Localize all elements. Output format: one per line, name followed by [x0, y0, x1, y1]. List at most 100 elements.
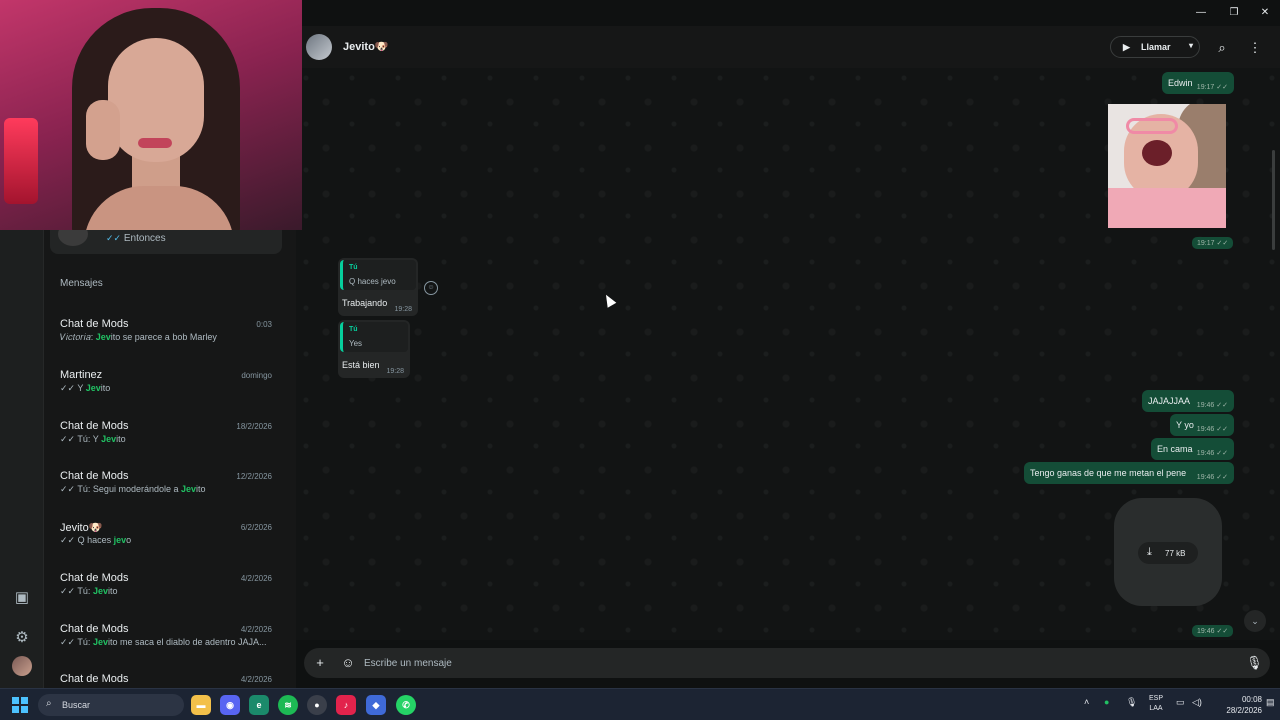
chat-list-item[interactable]: Chat de Mods 4/2/2026 ✓✓ Tú: Jevito: [60, 572, 272, 612]
contact-name[interactable]: Jevito🐶: [343, 40, 389, 53]
outgoing-message[interactable]: En cama 19:46 ✓✓: [1151, 438, 1234, 460]
chat-date: domingo: [241, 371, 272, 380]
clock[interactable]: 00:08 28/2/2026: [1222, 694, 1262, 716]
section-label: Mensajes: [60, 278, 103, 289]
whatsapp-window: ▣ ⚙ ✓✓ Entonces Mensajes Chat de Mods 0:…: [0, 0, 1280, 688]
settings-icon[interactable]: ⚙: [12, 628, 32, 648]
title-bar: — ❐ ✕: [296, 0, 1280, 26]
video-camera-icon: ▶: [1123, 42, 1130, 52]
start-button[interactable]: [12, 697, 28, 713]
status-dot-icon[interactable]: ●: [1104, 697, 1109, 707]
chat-date: 6/2/2026: [240, 523, 272, 532]
scroll-to-bottom-button[interactable]: ⌄: [1244, 610, 1266, 632]
chat-name: Chat de Mods: [60, 318, 129, 330]
profile-avatar[interactable]: [12, 656, 32, 676]
notification-icon[interactable]: ▤: [1266, 697, 1275, 708]
chat-list-item[interactable]: Chat de Mods 0:03 𝑉𝑖𝑐𝑡𝑜𝑟𝑖𝑎: Jevito se pa…: [60, 318, 272, 358]
message-time: 19:28: [394, 306, 412, 313]
chat-date: 4/2/2026: [240, 574, 272, 583]
incoming-reply-message[interactable]: Tú Q haces jevo Trabajando 19:28: [338, 258, 418, 316]
chat-header: Jevito🐶 ▶ Llamar ▾ ⌕ ⋮: [296, 26, 1280, 68]
whatsapp-icon[interactable]: ✆: [396, 695, 416, 715]
microphone-icon[interactable]: 🎙: [1126, 697, 1137, 708]
quoted-message[interactable]: Tú Yes: [340, 322, 408, 352]
chat-date: 18/2/2026: [236, 422, 272, 431]
chat-name: Chat de Mods: [60, 623, 129, 635]
volume-icon[interactable]: ◁): [1192, 697, 1202, 708]
minimize-icon[interactable]: —: [1194, 6, 1208, 20]
message-input[interactable]: [364, 654, 1184, 672]
sticker-image[interactable]: [1108, 104, 1226, 228]
microphone-icon[interactable]: 🎙: [1246, 655, 1263, 671]
spotify-icon[interactable]: ≋: [278, 695, 298, 715]
sticker-time: 19:17 ✓✓: [1192, 237, 1234, 249]
chat-list-item[interactable]: Chat de Mods 4/2/2026: [60, 673, 272, 688]
chat-list-item[interactable]: Jevito🐶 6/2/2026 ✓✓ Q haces jevo: [60, 521, 272, 561]
chat-list-item[interactable]: Chat de Mods 18/2/2026 ✓✓ Tú: Y Jevito: [60, 420, 272, 460]
quoted-message[interactable]: Tú Q haces jevo: [340, 260, 416, 290]
scrollbar[interactable]: [1272, 150, 1275, 250]
message-time: 19:28: [386, 368, 404, 375]
message-time: 19:17 ✓✓: [1196, 84, 1228, 91]
obs-icon[interactable]: ●: [307, 695, 327, 715]
incoming-reply-message[interactable]: Tú Yes Está bien 19:28: [338, 320, 410, 378]
file-explorer-icon[interactable]: ▬: [191, 695, 211, 715]
chat-name: Chat de Mods: [60, 572, 129, 584]
chevron-down-icon: ▾: [1189, 41, 1194, 50]
message-composer: + ☺ 🎙: [304, 648, 1270, 678]
outgoing-message[interactable]: Y yo 19:46 ✓✓: [1170, 414, 1234, 436]
media-size: 77 kB: [1165, 549, 1186, 558]
chat-list-item[interactable]: Martinez domingo ✓✓ Y Jevito: [60, 369, 272, 409]
message-time: 19:46 ✓✓: [1196, 450, 1228, 457]
chat-date: 0:03: [256, 320, 272, 329]
discord-icon[interactable]: ◉: [220, 695, 240, 715]
chat-preview: ✓✓ Tú: Segui moderándole a Jevito: [60, 484, 206, 494]
search-icon: ⌕: [46, 698, 52, 709]
chat-name: Martinez: [60, 369, 103, 381]
media-message[interactable]: ⤓ 77 kB: [1114, 498, 1222, 606]
edge-icon[interactable]: e: [249, 695, 269, 715]
call-label: Llamar: [1141, 42, 1171, 52]
download-button[interactable]: ⤓ 77 kB: [1138, 542, 1198, 564]
chat-date: 4/2/2026: [240, 675, 272, 684]
close-icon[interactable]: ✕: [1258, 6, 1272, 20]
attach-plus-icon[interactable]: +: [312, 655, 328, 671]
chat-list-item[interactable]: Chat de Mods 12/2/2026 ✓✓ Tú: Segui mode…: [60, 470, 272, 510]
webcam-overlay: [0, 0, 302, 230]
react-emoji-icon[interactable]: ☺: [424, 281, 438, 295]
language-indicator[interactable]: ESP LAA: [1146, 694, 1166, 714]
chat-list-item[interactable]: Chat de Mods 4/2/2026 ✓✓ Tú: Jevito me s…: [60, 623, 272, 663]
sticker-emoji-icon[interactable]: ☺: [340, 655, 356, 671]
message-time: 19:46 ✓✓: [1196, 402, 1228, 409]
chat-name: Chat de Mods: [60, 673, 129, 685]
chat-name: Chat de Mods: [60, 470, 129, 482]
outgoing-message[interactable]: JAJAJJAA 19:46 ✓✓: [1142, 390, 1234, 412]
download-icon: ⤓: [1147, 546, 1152, 558]
outgoing-message[interactable]: Edwin 19:17 ✓✓: [1162, 72, 1234, 94]
taskbar: ⌕ Buscar ▬ ◉ e ≋ ● ♪ ◆ ✆ ˄ ● 🎙 ESP LAA ▭…: [0, 688, 1280, 720]
network-icon[interactable]: ▭: [1176, 697, 1185, 708]
chat-date: 12/2/2026: [236, 472, 272, 481]
app-icon[interactable]: ◆: [366, 695, 386, 715]
chat-name: Chat de Mods: [60, 420, 129, 432]
read-tick-icon: ✓✓: [106, 233, 122, 243]
conversation-pane: — ❐ ✕ Jevito🐶 ▶ Llamar ▾ ⌕ ⋮ Edwin 19:17…: [296, 0, 1280, 688]
media-gallery-icon[interactable]: ▣: [12, 588, 32, 608]
chat-preview: ✓✓ Y Jevito: [60, 383, 111, 393]
restore-icon[interactable]: ❐: [1227, 6, 1241, 20]
chat-preview: ✓✓ Q haces jevo: [60, 535, 132, 545]
pinned-chat-preview: Entonces: [123, 233, 166, 244]
call-button[interactable]: ▶ Llamar ▾: [1110, 36, 1200, 58]
chat-preview: 𝑉𝑖𝑐𝑡𝑜𝑟𝑖𝑎: Jevito se parece a bob Marley: [60, 332, 217, 342]
chat-preview: ✓✓ Tú: Jevito me saca el diablo de adent…: [60, 637, 267, 647]
message-time: 19:46 ✓✓: [1196, 426, 1228, 433]
tiktok-icon[interactable]: ♪: [336, 695, 356, 715]
outgoing-message[interactable]: Tengo ganas de que me metan el pene 19:4…: [1024, 462, 1234, 484]
more-options-icon[interactable]: ⋮: [1247, 40, 1263, 56]
contact-avatar[interactable]: [306, 34, 332, 60]
tray-chevron-icon[interactable]: ˄: [1084, 697, 1089, 707]
taskbar-search[interactable]: ⌕ Buscar: [38, 694, 184, 716]
chat-preview: ✓✓ Tú: Jevito: [60, 586, 118, 596]
message-time: 19:46 ✓✓: [1196, 474, 1228, 481]
search-icon[interactable]: ⌕: [1214, 40, 1230, 56]
